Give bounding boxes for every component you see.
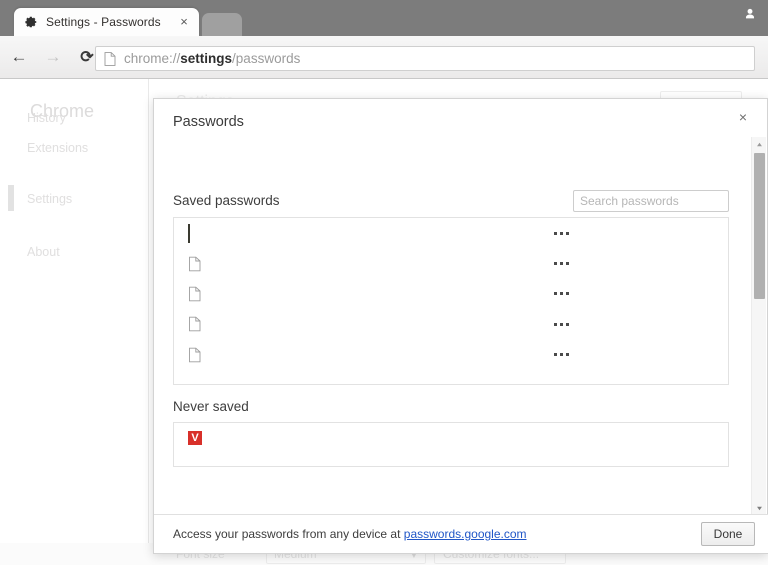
never-saved-list: V bbox=[173, 422, 729, 467]
scroll-up-arrow-icon[interactable] bbox=[752, 137, 767, 152]
never-saved-heading: Never saved bbox=[173, 399, 249, 414]
dialog-title: Passwords bbox=[173, 114, 244, 130]
tab-title: Settings - Passwords bbox=[46, 15, 177, 29]
footer-text-label: Access your passwords from any device at bbox=[173, 527, 400, 541]
passwords-google-link[interactable]: passwords.google.com bbox=[404, 527, 527, 541]
row-menu-icon[interactable] bbox=[548, 309, 574, 339]
saved-passwords-list bbox=[173, 217, 729, 385]
scrollbar-thumb[interactable] bbox=[754, 153, 765, 299]
browser-window: Settings - Passwords × ← → ⟳ chrome://se… bbox=[0, 0, 768, 565]
dialog-footer: Access your passwords from any device at… bbox=[154, 514, 768, 553]
new-tab-area[interactable] bbox=[202, 13, 242, 36]
never-saved-row[interactable]: V bbox=[174, 423, 728, 453]
sidebar-divider bbox=[148, 79, 149, 565]
done-button[interactable]: Done bbox=[701, 522, 755, 546]
generic-page-favicon bbox=[187, 347, 203, 363]
password-row[interactable] bbox=[174, 370, 728, 385]
sidebar-item-about[interactable]: About bbox=[27, 245, 60, 259]
gear-icon bbox=[24, 15, 38, 29]
close-icon[interactable]: × bbox=[733, 107, 753, 127]
footer-message: Access your passwords from any device at… bbox=[173, 527, 527, 541]
passwords-dialog: Passwords × Saved passwords Never saved … bbox=[153, 98, 768, 554]
row-menu-icon[interactable] bbox=[548, 279, 574, 309]
page-info-icon bbox=[104, 52, 116, 66]
generic-page-favicon bbox=[187, 286, 203, 302]
password-row[interactable] bbox=[174, 248, 728, 278]
row-menu-icon[interactable] bbox=[548, 370, 574, 385]
password-row[interactable] bbox=[174, 279, 728, 309]
row-menu-icon[interactable] bbox=[548, 340, 574, 370]
row-menu-icon[interactable] bbox=[548, 248, 574, 278]
back-button[interactable]: ← bbox=[4, 42, 34, 72]
row-menu-icon[interactable] bbox=[548, 218, 574, 248]
title-bar: Settings - Passwords × bbox=[0, 0, 768, 36]
sidebar-item-settings[interactable]: Settings bbox=[27, 192, 72, 206]
tab-close-icon[interactable]: × bbox=[177, 15, 191, 29]
photo-thumbnail-favicon bbox=[187, 225, 203, 241]
url-host: settings bbox=[180, 51, 232, 66]
vivaldi-favicon: V bbox=[187, 430, 203, 446]
sidebar-selection-indicator bbox=[8, 185, 14, 211]
address-bar-url: chrome://settings/passwords bbox=[124, 51, 300, 66]
sidebar-item-extensions[interactable]: Extensions bbox=[27, 141, 88, 155]
password-row[interactable] bbox=[174, 309, 728, 339]
dialog-body: Saved passwords Never saved V bbox=[154, 137, 768, 516]
generic-page-favicon bbox=[187, 316, 203, 332]
dialog-scrollbar[interactable] bbox=[751, 137, 766, 516]
browser-tab[interactable]: Settings - Passwords × bbox=[14, 8, 199, 36]
sidebar-item-history[interactable]: History bbox=[27, 111, 66, 125]
profile-avatar-icon[interactable] bbox=[736, 1, 764, 27]
settings-sidebar: Chrome History Extensions Settings About bbox=[0, 79, 148, 565]
url-scheme: chrome:// bbox=[124, 51, 180, 66]
search-input[interactable] bbox=[573, 190, 729, 212]
address-bar[interactable]: chrome://settings/passwords bbox=[95, 46, 755, 71]
striped-barcode-favicon bbox=[187, 377, 203, 385]
generic-page-favicon bbox=[187, 256, 203, 272]
url-path: /passwords bbox=[232, 51, 300, 66]
saved-passwords-heading: Saved passwords bbox=[173, 193, 280, 208]
forward-button[interactable]: → bbox=[38, 42, 68, 72]
password-row[interactable] bbox=[174, 218, 728, 248]
password-row[interactable] bbox=[174, 340, 728, 370]
